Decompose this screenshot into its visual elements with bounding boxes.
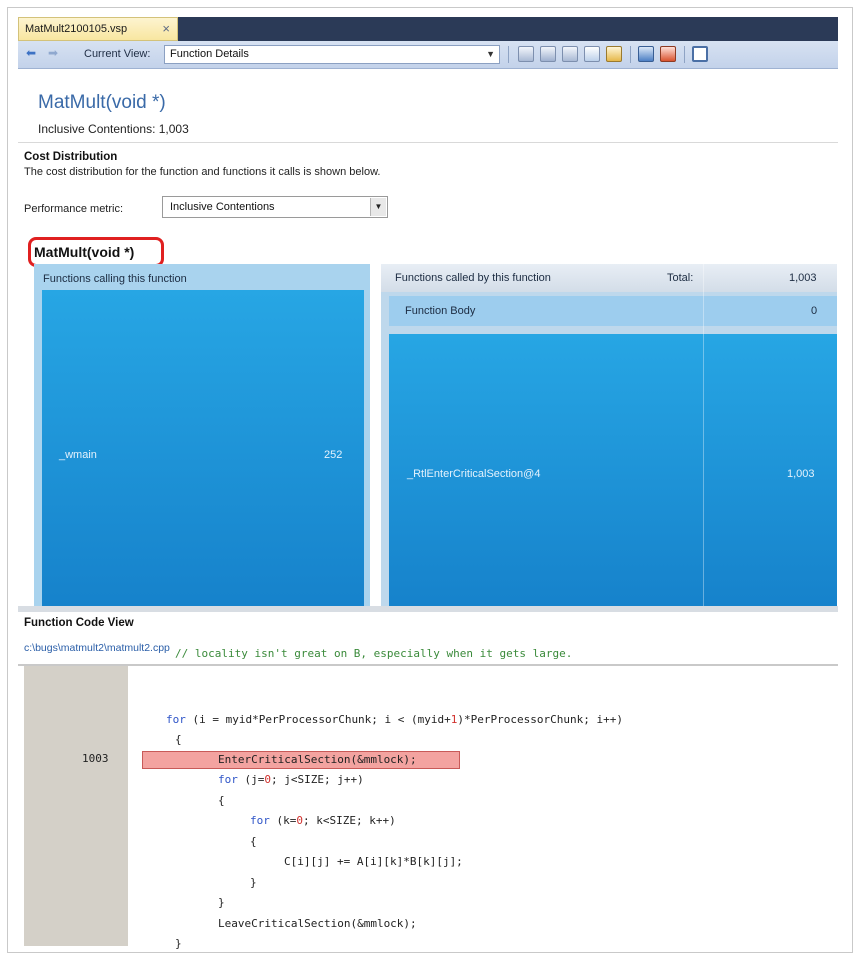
callees-title: Functions called by this function: [395, 272, 551, 284]
toolbar: ⬅ ➡ Current View: Function Details ▼: [18, 41, 838, 69]
source-file-link[interactable]: c:\bugs\matmult2\matmult2.cpp: [24, 642, 170, 654]
cost-distribution-title: Cost Distribution: [24, 151, 118, 163]
function-body-row[interactable]: Function Body 0: [389, 296, 837, 326]
back-arrow-icon[interactable]: ⬅: [26, 46, 36, 60]
line-metric-value: 1003: [82, 752, 109, 765]
callees-total-label: Total:: [667, 272, 694, 284]
caller-value: 252: [324, 449, 343, 461]
code-line: {: [218, 794, 225, 807]
callee-name: _RtlEnterCriticalSection@4: [407, 468, 541, 480]
performance-metric-dropdown[interactable]: Inclusive Contentions ▼: [162, 196, 388, 218]
performance-metric-label: Performance metric:: [24, 203, 124, 215]
chevron-down-icon: ▼: [486, 49, 495, 59]
splitter[interactable]: [18, 606, 838, 612]
code-line: for (i = myid*PerProcessorChunk; i < (my…: [166, 713, 623, 726]
code-line: }: [175, 937, 182, 950]
current-view-dropdown[interactable]: Function Details ▼: [164, 45, 500, 64]
code-line-hot: EnterCriticalSection(&mmlock);: [218, 753, 417, 766]
debug-icon[interactable]: [638, 46, 654, 62]
filter-icon[interactable]: [562, 46, 578, 62]
code-line: }: [218, 896, 225, 909]
callees-header: Functions called by this function Total:…: [381, 264, 837, 292]
callers-title: Functions calling this function: [43, 273, 187, 285]
callers-panel: Functions calling this function _wmain 2…: [34, 264, 370, 606]
forward-arrow-icon[interactable]: ➡: [48, 46, 58, 60]
code-line: {: [250, 835, 257, 848]
inclusive-contentions: Inclusive Contentions: 1,003: [38, 122, 189, 136]
compare-icon[interactable]: [540, 46, 556, 62]
page-title: MatMult(void *): [38, 92, 166, 113]
callees-panel: Functions called by this function Total:…: [381, 264, 837, 606]
divider: [18, 142, 838, 143]
chevron-down-icon[interactable]: ▼: [370, 198, 386, 216]
toolbar-separator: [508, 46, 509, 63]
callee-block[interactable]: _RtlEnterCriticalSection@4 1,003: [389, 334, 837, 606]
code-line: // locality isn't great on B, especially…: [175, 647, 573, 660]
callees-total-value: 1,003: [789, 272, 817, 284]
report-icon[interactable]: [518, 46, 534, 62]
caller-name: _wmain: [59, 449, 97, 461]
document-tab[interactable]: MatMult2100105.vsp ×: [18, 17, 178, 41]
cost-distribution-description: The cost distribution for the function a…: [24, 166, 381, 178]
line-number-gutter: [24, 666, 128, 946]
toolbar-separator: [684, 46, 685, 63]
document-tab-label: MatMult2100105.vsp: [25, 23, 128, 35]
code-line: LeaveCriticalSection(&mmlock);: [218, 917, 417, 930]
code-line: C[i][j] += A[i][k]*B[k][j];: [284, 855, 463, 868]
current-view-label: Current View:: [84, 48, 151, 60]
code-line: for (j=0; j<SIZE; j++): [218, 773, 364, 786]
function-heading: MatMult(void *): [28, 237, 164, 267]
close-icon[interactable]: ×: [162, 18, 170, 40]
function-body-value: 0: [811, 305, 818, 317]
callee-value: 1,003: [787, 468, 815, 480]
caller-block[interactable]: _wmain 252: [42, 290, 364, 606]
divider: [18, 664, 838, 666]
document-tab-strip: MatMult2100105.vsp ×: [18, 17, 838, 41]
export-icon[interactable]: [606, 46, 622, 62]
code-view-title: Function Code View: [24, 617, 134, 629]
copy-icon[interactable]: [584, 46, 600, 62]
function-body-label: Function Body: [405, 305, 476, 317]
code-line: }: [250, 876, 257, 889]
code-line: for (k=0; k<SIZE; k++): [250, 814, 396, 827]
toolbar-separator: [630, 46, 631, 63]
noise-reduction-icon[interactable]: [660, 46, 676, 62]
value-column-divider: [703, 264, 704, 606]
split-view-icon[interactable]: [692, 46, 708, 62]
current-view-value: Function Details: [170, 48, 249, 60]
code-line: {: [175, 733, 182, 746]
performance-metric-value: Inclusive Contentions: [170, 201, 275, 213]
